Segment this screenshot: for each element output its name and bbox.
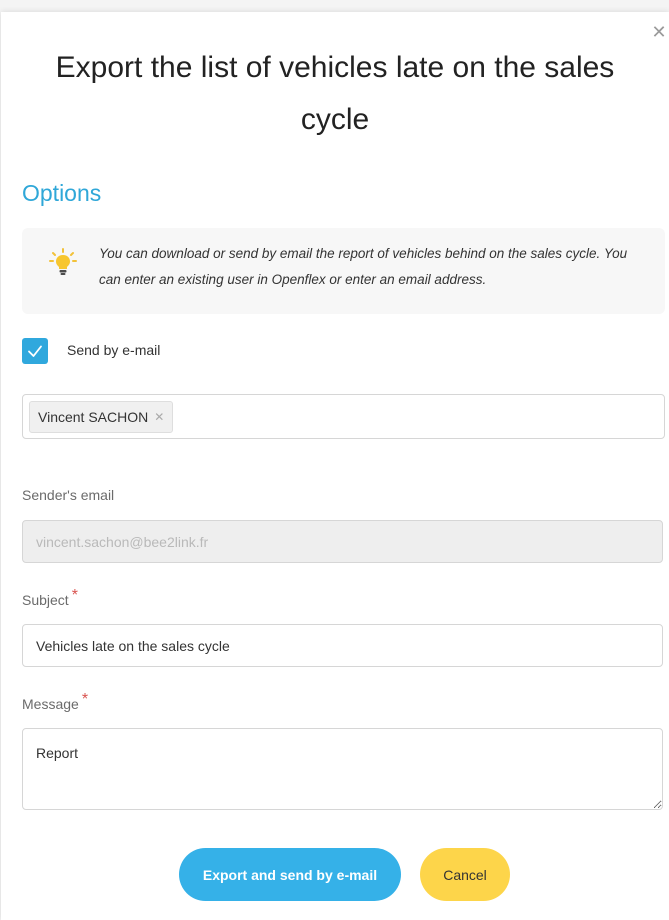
close-icon[interactable]: ✕: [651, 22, 667, 42]
checkmark-icon: [28, 345, 42, 357]
subject-label-text: Subject: [22, 592, 69, 608]
required-marker: *: [81, 691, 89, 708]
send-by-email-checkbox[interactable]: [22, 338, 48, 364]
sender-email-field: [22, 520, 663, 563]
cancel-button[interactable]: Cancel: [420, 848, 510, 901]
message-label-text: Message: [22, 696, 79, 712]
dialog-title: Export the list of vehicles late on the …: [55, 51, 615, 136]
info-box: You can download or send by email the re…: [22, 228, 665, 314]
remove-tag-icon[interactable]: ✕: [154, 410, 164, 424]
send-by-email-label[interactable]: Send by e-mail: [67, 342, 160, 358]
subject-field[interactable]: [22, 624, 663, 667]
sender-email-label: Sender's email: [22, 487, 115, 503]
info-text: You can download or send by email the re…: [99, 246, 628, 287]
options-section-title: Options: [22, 180, 102, 206]
subject-label: Subject *: [22, 587, 78, 610]
recipient-tag-label: Vincent SACHON: [38, 409, 149, 425]
recipients-input[interactable]: Vincent SACHON ✕: [22, 394, 665, 439]
recipient-tag: Vincent SACHON ✕: [29, 401, 174, 433]
message-field[interactable]: Report: [22, 728, 663, 810]
export-dialog: ✕ Export the list of vehicles late on th…: [1, 12, 669, 920]
lightbulb-icon: [48, 247, 78, 277]
required-marker: *: [71, 587, 78, 604]
message-label: Message *: [22, 691, 88, 714]
export-and-send-button[interactable]: Export and send by e-mail: [179, 848, 401, 901]
